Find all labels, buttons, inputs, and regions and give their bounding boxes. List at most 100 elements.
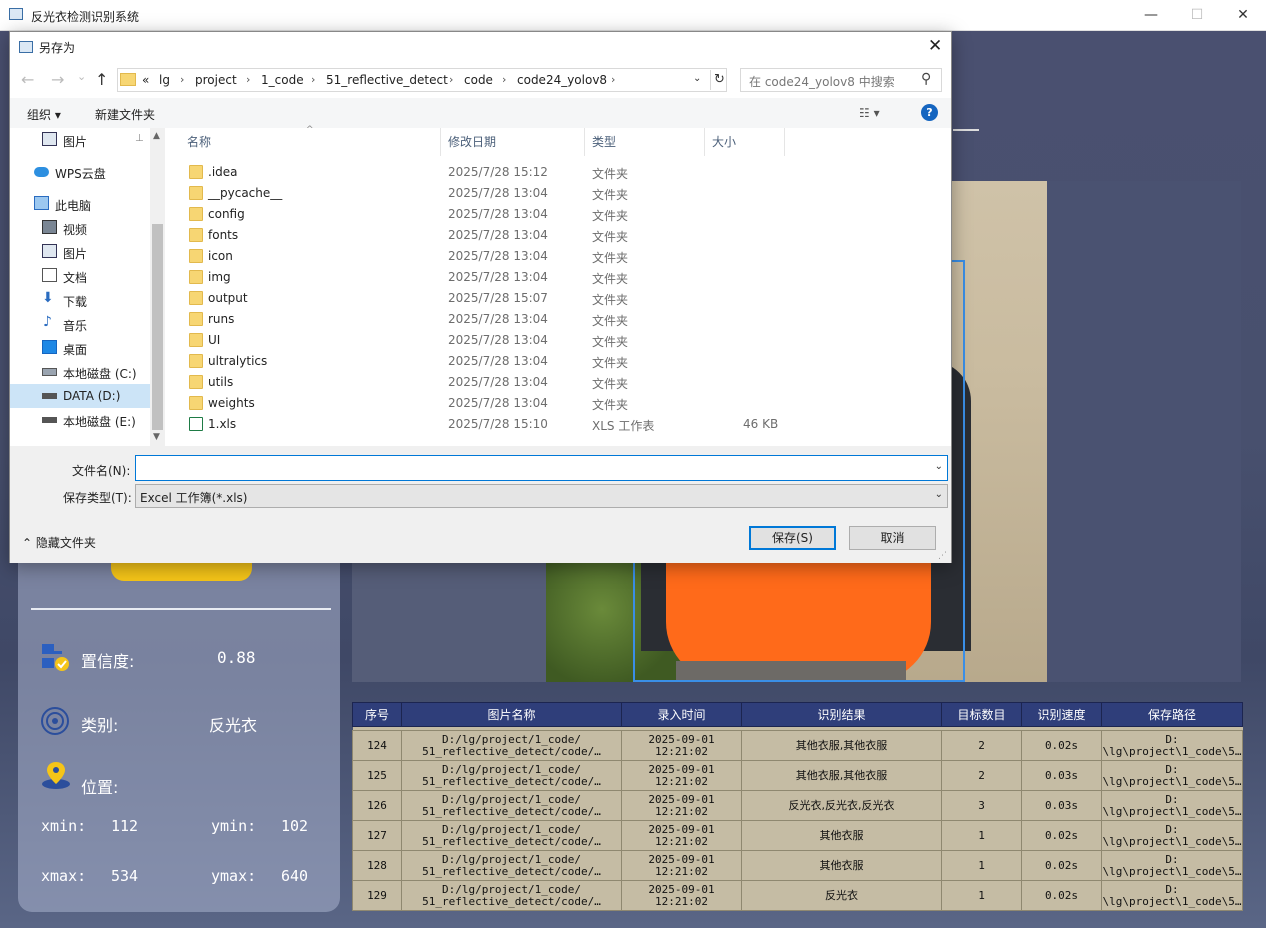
navigation-bar: ← → ⌄ ↑ « lg › project › 1_code › 51_ref…: [10, 66, 951, 96]
file-row[interactable]: UI 2025/7/28 13:04 文件夹: [185, 330, 825, 351]
breadcrumb-code24-yolov8[interactable]: code24_yolov8: [517, 73, 607, 87]
cell-count: 3: [941, 790, 1022, 821]
file-row[interactable]: output 2025/7/28 15:07 文件夹: [185, 288, 825, 309]
file-row[interactable]: weights 2025/7/28 13:04 文件夹: [185, 393, 825, 414]
breadcrumb-project[interactable]: project: [195, 73, 237, 87]
forward-arrow-icon[interactable]: →: [51, 70, 64, 89]
column-header-modified-date[interactable]: 修改日期: [441, 128, 585, 156]
resize-grip-icon[interactable]: ⋰: [938, 551, 947, 561]
sidebar-item-this-pc[interactable]: 此电脑: [10, 192, 150, 216]
column-header-speed[interactable]: 识别速度: [1021, 702, 1102, 727]
sidebar-item-wps-cloud[interactable]: WPS云盘: [10, 160, 150, 184]
sidebar-item-label: 本地磁盘 (E:): [63, 415, 136, 429]
file-row[interactable]: utils 2025/7/28 13:04 文件夹: [185, 372, 825, 393]
column-header-name[interactable]: 名称: [180, 128, 441, 156]
address-dropdown-chevron-icon[interactable]: ⌄: [693, 73, 701, 84]
column-header-time[interactable]: 录入时间: [621, 702, 742, 727]
column-header-type[interactable]: 类型: [585, 128, 705, 156]
file-row[interactable]: __pycache__ 2025/7/28 13:04 文件夹: [185, 183, 825, 204]
back-arrow-icon[interactable]: ←: [21, 70, 34, 89]
sidebar-item-drive-e[interactable]: 本地磁盘 (E:): [10, 408, 150, 432]
sidebar-item-pictures[interactable]: 图片: [10, 240, 150, 264]
recent-locations-chevron-icon[interactable]: ⌄: [77, 70, 86, 83]
file-name: output: [208, 291, 248, 305]
xmin-label: xmin:: [41, 817, 87, 835]
scroll-up-icon[interactable]: ▲: [153, 131, 160, 141]
scroll-down-icon[interactable]: ▼: [153, 432, 160, 442]
main-window-title: 反光衣检测识别系统: [31, 10, 140, 24]
table-row[interactable]: 128 D:/lg/project/1_code/51_reflective_d…: [352, 850, 1243, 881]
cell-time: 2025-09-01 12:21:02: [621, 730, 742, 761]
sidebar-item-music[interactable]: ♪ 音乐: [10, 312, 150, 336]
search-icon[interactable]: ⚲: [921, 71, 931, 87]
xmax-label: xmax:: [41, 867, 87, 885]
file-row[interactable]: fonts 2025/7/28 13:04 文件夹: [185, 225, 825, 246]
file-name: fonts: [208, 228, 239, 242]
file-row[interactable]: runs 2025/7/28 13:04 文件夹: [185, 309, 825, 330]
breadcrumb-1-code[interactable]: 1_code: [261, 73, 304, 87]
column-header-save-path[interactable]: 保存路径: [1101, 702, 1243, 727]
file-type: 文件夹: [592, 230, 629, 244]
sidebar-item-desktop[interactable]: 桌面: [10, 336, 150, 360]
sidebar-item-drive-d[interactable]: DATA (D:): [10, 384, 150, 408]
table-row[interactable]: 125 D:/lg/project/1_code/51_reflective_d…: [352, 760, 1243, 791]
filetype-select[interactable]: Excel 工作簿(*.xls) ⌄: [135, 484, 948, 508]
sidebar-item-downloads[interactable]: ⬇ 下载: [10, 288, 150, 312]
address-bar[interactable]: « lg › project › 1_code › 51_reflective_…: [117, 68, 727, 92]
search-input[interactable]: 在 code24_yolov8 中搜索 ⚲: [740, 68, 942, 92]
file-row[interactable]: img 2025/7/28 13:04 文件夹: [185, 267, 825, 288]
filename-dropdown-chevron-icon[interactable]: ⌄: [935, 461, 943, 472]
file-row[interactable]: ultralytics 2025/7/28 13:04 文件夹: [185, 351, 825, 372]
breadcrumb-overflow[interactable]: «: [142, 73, 149, 87]
new-folder-button[interactable]: 新建文件夹: [95, 106, 155, 123]
file-type: 文件夹: [592, 293, 629, 307]
column-header-count[interactable]: 目标数目: [941, 702, 1022, 727]
dialog-close-button[interactable]: ✕: [928, 36, 942, 56]
file-row[interactable]: 1.xls 2025/7/28 15:10 XLS 工作表 46 KB: [185, 414, 825, 435]
organize-menu[interactable]: 组织 ▾: [27, 106, 61, 123]
file-type: 文件夹: [592, 209, 629, 223]
sidebar-item-documents[interactable]: 文档: [10, 264, 150, 288]
scrollbar-thumb[interactable]: [152, 224, 163, 430]
breadcrumb-code[interactable]: code: [464, 73, 493, 87]
table-row[interactable]: 124 D:/lg/project/1_code/51_reflective_d…: [352, 730, 1243, 761]
view-options-icon[interactable]: ☷ ▾: [859, 106, 880, 120]
sidebar-item-drive-c[interactable]: 本地磁盘 (C:): [10, 360, 150, 384]
breadcrumb-lg[interactable]: lg: [159, 73, 170, 87]
cell-count: 1: [941, 880, 1022, 911]
file-type: 文件夹: [592, 251, 629, 265]
cell-result: 其他衣服: [741, 820, 942, 851]
file-date: 2025/7/28 15:10: [448, 417, 548, 431]
sidebar-item-videos[interactable]: 视频: [10, 216, 150, 240]
refresh-icon[interactable]: ↻: [710, 70, 728, 90]
navigation-pane-scrollbar[interactable]: ▲ ▼: [150, 128, 165, 446]
table-row[interactable]: 129 D:/lg/project/1_code/51_reflective_d…: [352, 880, 1243, 911]
hide-folders-toggle[interactable]: ⌃ 隐藏文件夹: [22, 534, 96, 551]
panel-divider: [31, 608, 331, 610]
column-header-result[interactable]: 识别结果: [741, 702, 942, 727]
file-row[interactable]: .idea 2025/7/28 15:12 文件夹: [185, 162, 825, 183]
help-icon[interactable]: ?: [921, 104, 938, 121]
breadcrumb-51-reflective-detect[interactable]: 51_reflective_detect: [326, 73, 448, 87]
folder-icon: [189, 228, 203, 242]
column-header-id[interactable]: 序号: [352, 702, 402, 727]
filetype-dropdown-chevron-icon[interactable]: ⌄: [935, 489, 943, 500]
save-button[interactable]: 保存(S): [749, 526, 836, 550]
close-button[interactable]: ✕: [1220, 0, 1266, 31]
minimize-button[interactable]: —: [1128, 0, 1174, 31]
table-row[interactable]: 126 D:/lg/project/1_code/51_reflective_d…: [352, 790, 1243, 821]
file-row[interactable]: icon 2025/7/28 13:04 文件夹: [185, 246, 825, 267]
filename-input[interactable]: ⌄: [135, 455, 948, 481]
sidebar-item-pictures-pinned[interactable]: 图片 ⊥: [10, 128, 150, 152]
maximize-button[interactable]: ☐: [1174, 0, 1220, 31]
drive-icon: [42, 417, 57, 423]
table-row[interactable]: 127 D:/lg/project/1_code/51_reflective_d…: [352, 820, 1243, 851]
sidebar-item-label: 下载: [63, 295, 88, 309]
dialog-title: 另存为: [39, 41, 76, 55]
file-row[interactable]: config 2025/7/28 13:04 文件夹: [185, 204, 825, 225]
up-arrow-icon[interactable]: ↑: [95, 70, 108, 89]
cell-save-path: D: \lg\project\1_code\5…: [1101, 760, 1243, 791]
column-header-size[interactable]: 大小: [705, 128, 785, 156]
column-header-image-name[interactable]: 图片名称: [401, 702, 622, 727]
cancel-button[interactable]: 取消: [849, 526, 936, 550]
